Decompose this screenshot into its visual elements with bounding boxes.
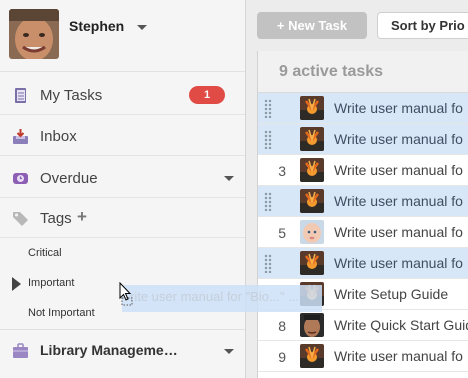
task-number: 8 (278, 318, 286, 334)
cursor-icon (119, 282, 133, 306)
user-menu[interactable]: Stephen (0, 0, 245, 72)
drag-ghost: rite user manual for "Bio..." ... (122, 285, 322, 312)
sidebar-item-library-management[interactable]: Library Manageme… (0, 329, 245, 371)
task-row[interactable]: Write user manual fo (258, 248, 468, 279)
drag-handle-icon[interactable] (264, 192, 272, 211)
chevron-down-icon[interactable] (224, 349, 234, 354)
assignee-avatar[interactable] (300, 158, 324, 182)
sidebar-item-label: Tags (40, 210, 72, 227)
task-row[interactable]: Write user manual fo (258, 186, 468, 217)
active-task-count: 9 active tasks (279, 63, 384, 80)
tag-item-critical[interactable]: Critical (0, 239, 245, 269)
briefcase-icon (12, 342, 29, 359)
drop-target-arrow-icon (12, 277, 21, 291)
sidebar-item-tags[interactable]: Tags + (0, 198, 245, 238)
task-title[interactable]: Write Setup Guide (334, 286, 448, 302)
sidebar: Stephen My Tasks 1 Inbox Overdue Tags + … (0, 0, 246, 378)
sidebar-item-label: Library Manageme… (40, 342, 178, 358)
task-row[interactable]: 5 Write user manual fo (258, 217, 468, 248)
sidebar-item-label: Inbox (40, 128, 77, 145)
assignee-avatar[interactable] (300, 189, 324, 213)
chevron-down-icon[interactable] (137, 25, 147, 30)
task-number: 5 (278, 225, 286, 241)
task-row[interactable]: 9 Write user manual fo (258, 341, 468, 372)
task-title[interactable]: Write user manual fo (334, 131, 463, 147)
assignee-avatar[interactable] (300, 127, 324, 151)
sidebar-item-inbox[interactable]: Inbox (0, 116, 245, 156)
sidebar-item-overdue[interactable]: Overdue (0, 158, 245, 198)
sidebar-item-label: My Tasks (40, 87, 103, 104)
drag-handle-icon[interactable] (264, 254, 272, 273)
inbox-tray-icon (12, 128, 29, 145)
task-area: + New Task Sort by Prio 9 active tasks W… (246, 0, 468, 378)
assignee-avatar[interactable] (300, 313, 324, 337)
sidebar-item-my-tasks[interactable]: My Tasks 1 (0, 75, 245, 115)
drag-handle-icon[interactable] (264, 130, 272, 149)
task-list-header: 9 active tasks (258, 51, 468, 93)
task-count-badge: 1 (189, 86, 225, 104)
assignee-avatar[interactable] (300, 220, 324, 244)
tag-label: Not Important (28, 307, 95, 319)
assignee-avatar[interactable] (300, 251, 324, 275)
task-row[interactable]: 3 Write user manual fo (258, 155, 468, 186)
sort-button[interactable]: Sort by Prio (377, 12, 468, 39)
task-row[interactable]: Write user manual fo (258, 93, 468, 124)
tag-label: Important (28, 277, 75, 289)
new-task-button[interactable]: + New Task (257, 12, 367, 39)
task-title[interactable]: Write user manual fo (334, 255, 463, 271)
task-number: 9 (278, 349, 286, 365)
task-row[interactable]: 8 Write Quick Start Guid (258, 310, 468, 341)
assignee-avatar[interactable] (300, 344, 324, 368)
user-name[interactable]: Stephen (69, 18, 124, 34)
task-title[interactable]: Write Quick Start Guid (334, 317, 468, 333)
task-title[interactable]: Write user manual fo (334, 100, 463, 116)
tag-label: Critical (28, 247, 62, 259)
chevron-down-icon[interactable] (224, 176, 234, 181)
task-row[interactable]: Write user manual fo (258, 124, 468, 155)
assignee-avatar[interactable] (300, 96, 324, 120)
task-list-panel: 9 active tasks Write user manual fo Write… (257, 51, 468, 378)
user-avatar[interactable] (9, 9, 59, 59)
task-title[interactable]: Write user manual fo (334, 162, 463, 178)
alarm-icon (12, 170, 29, 187)
sidebar-item-label: Overdue (40, 170, 98, 187)
tag-icon (12, 210, 29, 227)
task-title[interactable]: Write user manual fo (334, 224, 463, 240)
add-tag-button[interactable]: + (77, 208, 87, 225)
task-number: 3 (278, 163, 286, 179)
task-title[interactable]: Write user manual fo (334, 348, 463, 364)
drag-handle-icon[interactable] (264, 99, 272, 118)
task-title[interactable]: Write user manual fo (334, 193, 463, 209)
notebook-icon (12, 87, 29, 104)
